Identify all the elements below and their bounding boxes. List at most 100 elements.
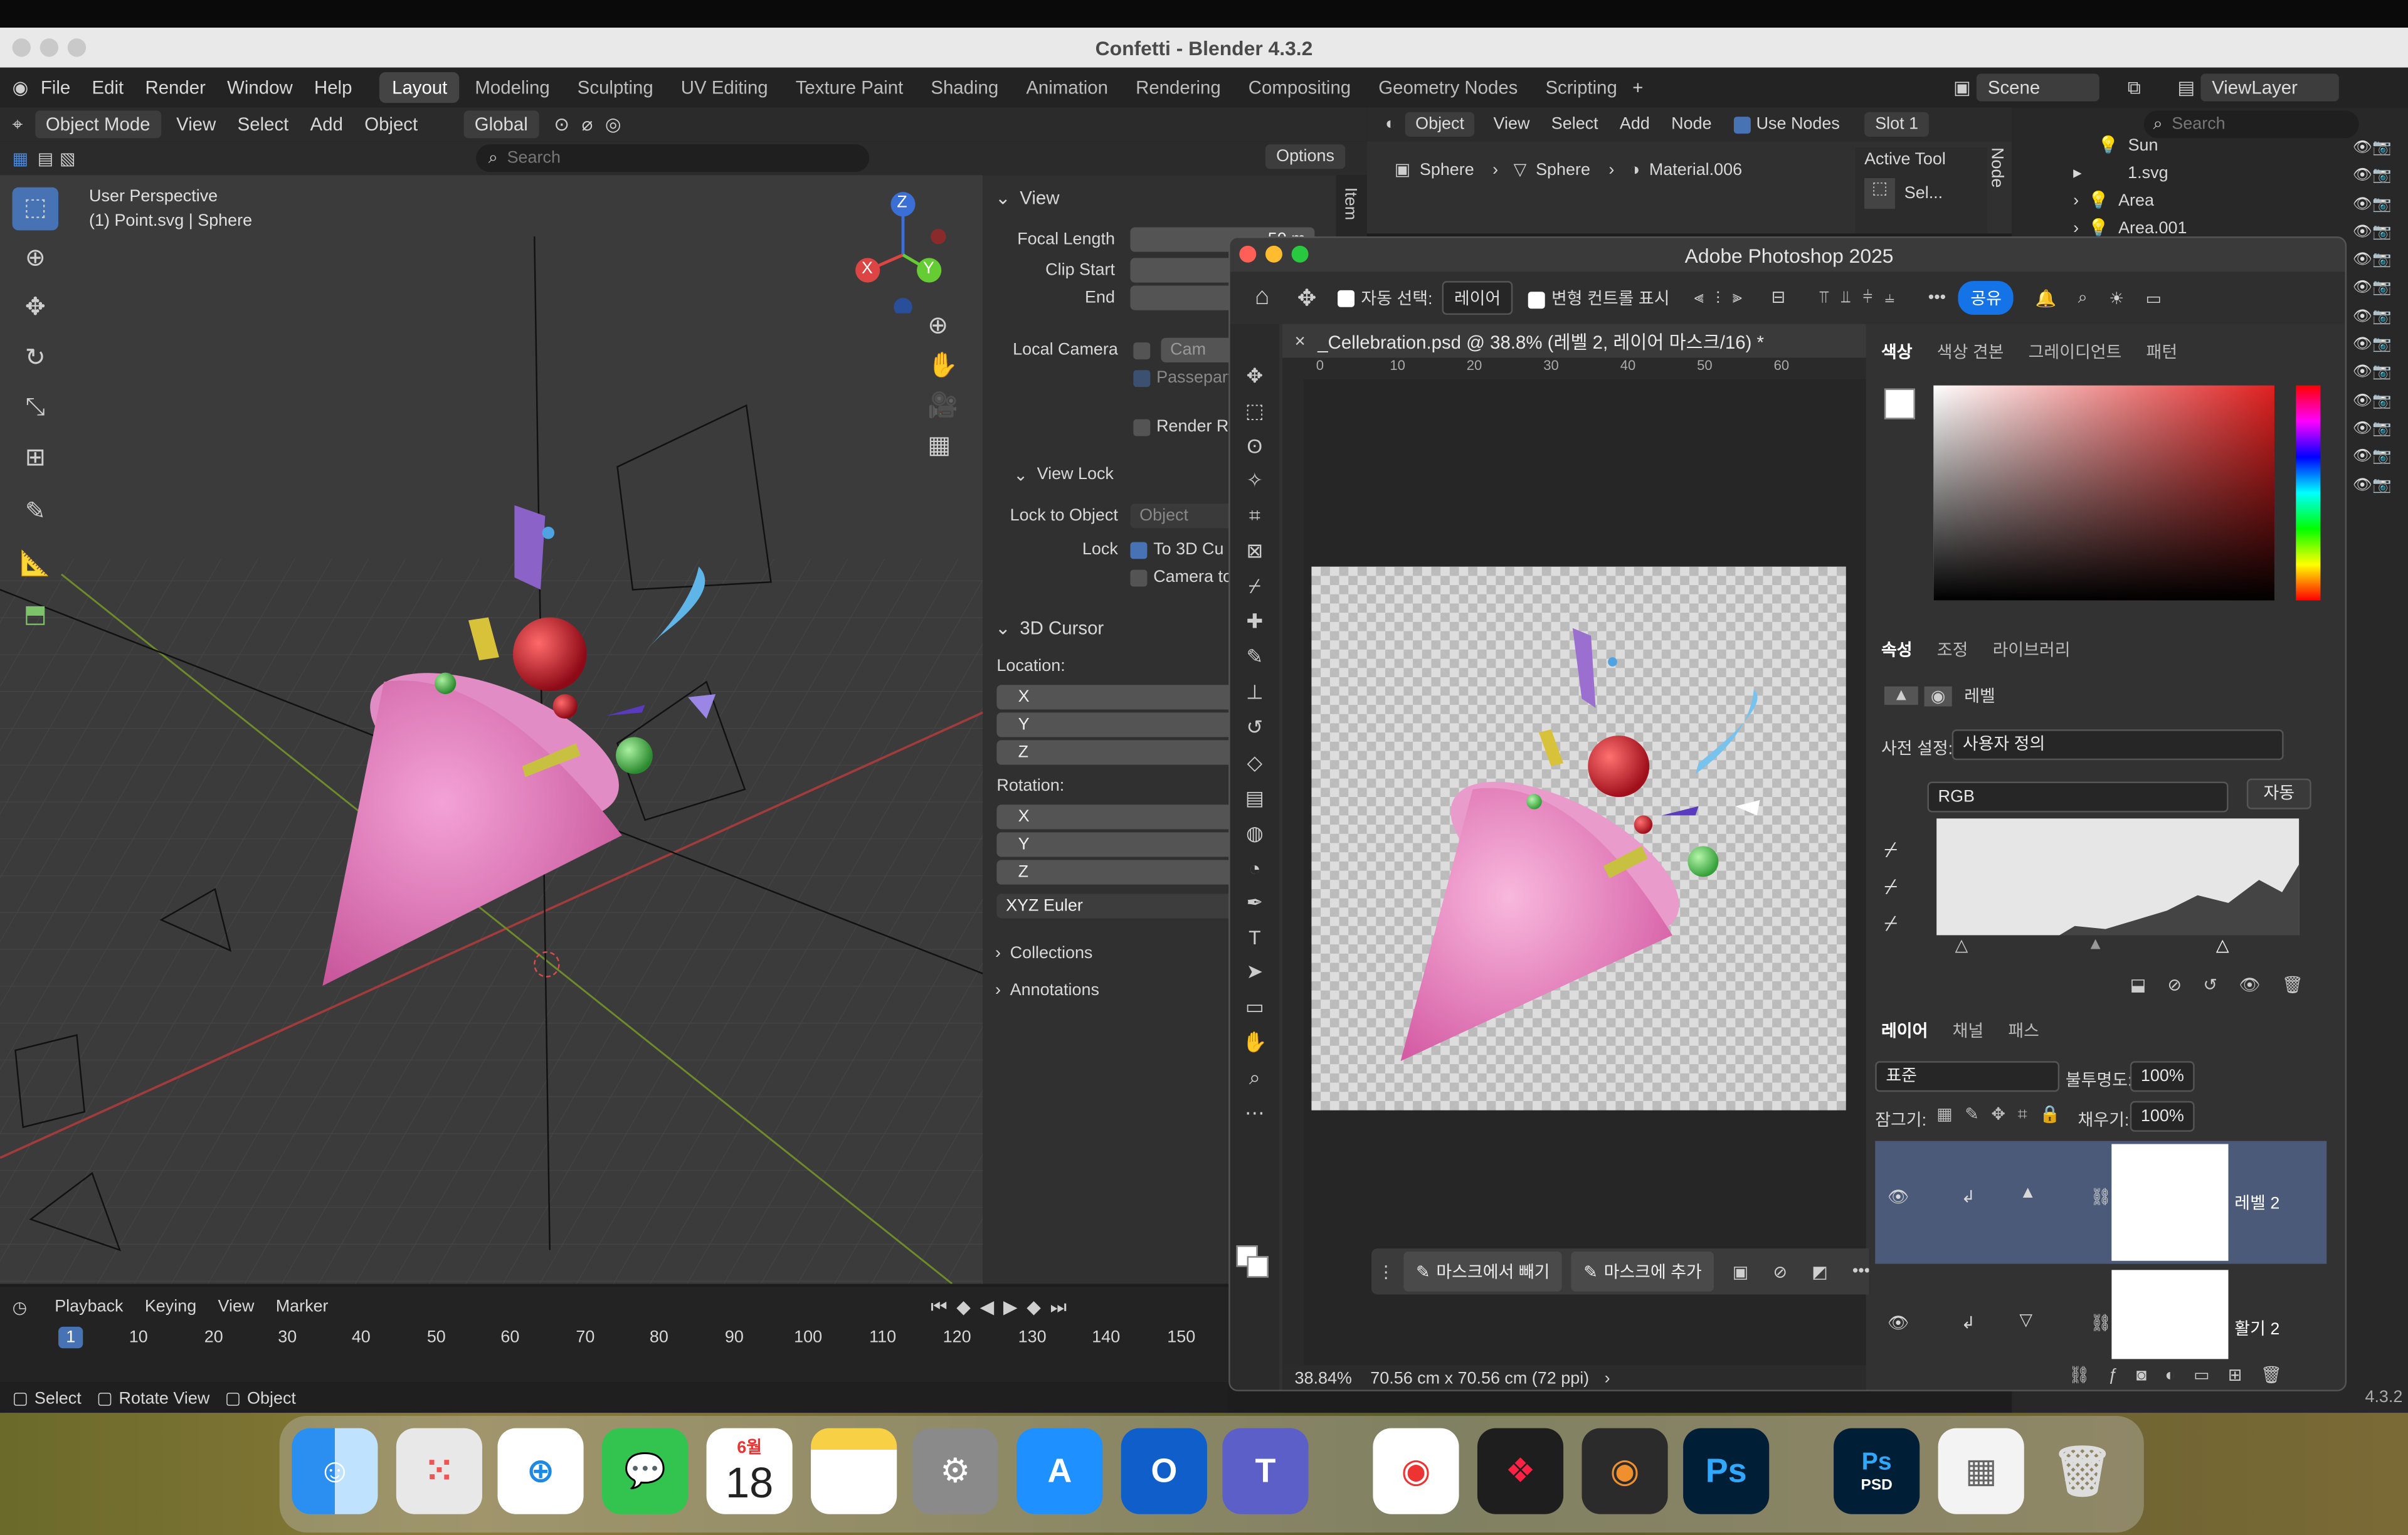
select-tool-icon-node[interactable]: ⬚ [1864, 178, 1896, 209]
camera-view-icon[interactable]: 🎥 [927, 390, 958, 430]
add-cube-tool-icon[interactable]: ⬒ [13, 589, 58, 641]
brush-tool-icon[interactable]: ✎ [1246, 645, 1263, 670]
minimize-window-button[interactable] [40, 38, 59, 57]
tab-layers[interactable]: 레이어 [1881, 1018, 1928, 1043]
layer-name[interactable]: 활기 2 [2234, 1316, 2279, 1341]
pivot-icon[interactable]: ⊙ [554, 113, 569, 135]
document-tab[interactable]: × _Cellebration.psd @ 38.8% (레벨 2, 레이어 마… [1282, 324, 1866, 358]
outliner-search-input[interactable]: Search [2172, 115, 2225, 134]
prev-keyframe-icon[interactable]: ◆ [956, 1296, 971, 1317]
select-subtract-icon[interactable]: ▧ [60, 148, 75, 168]
measure-tool-icon[interactable]: 📐 [13, 541, 58, 589]
local-camera-checkbox[interactable] [1133, 342, 1151, 360]
lock-icons[interactable]: ▦✎✥⌗🔒 [1936, 1104, 2073, 1126]
scene-selector[interactable]: Scene [1977, 73, 2100, 102]
hand-tool-icon[interactable]: ✋ [1242, 1030, 1267, 1055]
midpoint-handle[interactable]: ▲ [2087, 935, 2104, 953]
node-menu-select[interactable]: Select [1551, 115, 1598, 134]
proportional-edit-icon[interactable]: ◎ [605, 113, 621, 135]
healing-tool-icon[interactable]: ✚ [1246, 609, 1263, 634]
blender-app-icon[interactable]: ◉ [1582, 1428, 1668, 1514]
discover-icon[interactable]: ☀ [2109, 288, 2124, 308]
status-arrow-icon[interactable]: › [1605, 1370, 1610, 1388]
preset-dropdown[interactable]: 사용자 정의 [1951, 729, 2284, 761]
shader-editor-icon[interactable]: ◐ [1385, 115, 1395, 134]
screenshot-folder-icon[interactable]: ▦ [1938, 1428, 2024, 1514]
menu-help[interactable]: Help [314, 76, 352, 98]
search-input[interactable]: Search [507, 149, 561, 167]
outliner-item-area[interactable]: › 💡 Area [2073, 191, 2154, 210]
launchpad-icon[interactable]: ⁙ [396, 1428, 482, 1514]
cursor-tool-icon[interactable]: ⊕ [13, 236, 58, 282]
jump-end-icon[interactable]: ⏭ [1050, 1295, 1067, 1319]
history-brush-icon[interactable]: ↺ [1246, 715, 1263, 740]
move-tool-icon[interactable]: ✥ [1246, 364, 1263, 388]
pen-tool-icon[interactable]: ✒ [1246, 890, 1263, 915]
timeline-playback-menu[interactable]: Playback [55, 1297, 123, 1316]
layer-row[interactable]: 👁 ↲ ▲ ⛓ 레벨 2 [1875, 1141, 2327, 1264]
tab-scripting[interactable]: Scripting [1533, 72, 1630, 103]
tab-node[interactable]: Node [1987, 147, 2005, 187]
color-picker-field[interactable] [1933, 385, 2274, 601]
shader-editor-area[interactable]: ▣ Sphere › ▽ Sphere › ◑ Material.006 Act… [1366, 141, 2012, 234]
ctx-more-icon[interactable]: ••• [1852, 1262, 1870, 1280]
home-icon[interactable]: ⌂ [1255, 284, 1270, 312]
channel-dropdown[interactable]: RGB [1927, 781, 2229, 813]
marquee-tool-icon[interactable]: ⬚ [1245, 399, 1264, 424]
link-icon[interactable]: ⛓ [2090, 1187, 2111, 1207]
ortho-grid-icon[interactable]: ▦ [927, 430, 951, 470]
outlook-icon[interactable]: O [1121, 1428, 1207, 1514]
rectangle-tool-icon[interactable]: ▭ [1245, 995, 1264, 1020]
stamp-tool-icon[interactable]: ⊥ [1246, 680, 1264, 705]
navigation-gizmo[interactable]: Z X Y [852, 191, 959, 317]
menu-file[interactable]: File [41, 76, 70, 98]
more-options-icon[interactable]: ••• [1928, 288, 1946, 307]
calendar-icon[interactable]: 6월 18 [706, 1428, 793, 1514]
transform-orientation[interactable]: Global [463, 110, 539, 139]
tab-compositing[interactable]: Compositing [1236, 72, 1363, 103]
tab-sculpting[interactable]: Sculpting [565, 72, 665, 103]
fill-field[interactable]: 100% [2130, 1100, 2195, 1132]
play-reverse-icon[interactable]: ◀ [980, 1296, 995, 1317]
psd-file-icon[interactable]: Ps PSD [1834, 1428, 1920, 1514]
auto-button[interactable]: 자동 [2246, 778, 2311, 810]
use-nodes-toggle[interactable]: Use Nodes [1733, 115, 1840, 134]
mask-options-icon[interactable]: ▣ [1733, 1262, 1748, 1281]
document-canvas[interactable] [1311, 566, 1846, 1110]
eyedroppers[interactable]: ⌿ ⌿ ⌿ [1884, 831, 1915, 954]
zoom-icon[interactable]: ⊕ [927, 310, 948, 351]
camera-to-view-checkbox[interactable]: Camera to [1130, 568, 1232, 587]
more-tools-icon[interactable]: ⋯ [1245, 1101, 1265, 1126]
menu-edit[interactable]: Edit [92, 76, 124, 98]
3d-viewport[interactable]: User Perspective (1) Point.svg | Sphere … [0, 175, 983, 1284]
foreground-color-swatch[interactable] [1884, 388, 1915, 419]
node-menu-add[interactable]: Add [1620, 115, 1650, 134]
menu-object[interactable]: Object [364, 113, 418, 135]
play-icon[interactable]: ▶ [1003, 1296, 1018, 1317]
input-levels-slider[interactable]: △ ▲ △ [1936, 935, 2299, 955]
snap-icon[interactable]: ⌀ [582, 113, 593, 135]
scale-tool-icon[interactable]: ⤡ [13, 384, 58, 433]
dodge-tool-icon[interactable]: ◔ [1249, 857, 1260, 880]
safari-icon[interactable]: ⊕ [497, 1428, 584, 1514]
tab-layout[interactable]: Layout [379, 72, 460, 103]
transform-tool-icon[interactable]: ⊞ [13, 433, 58, 485]
viewlayer-selector[interactable]: ViewLayer [2201, 73, 2340, 102]
ps-minimize-button[interactable] [1265, 245, 1282, 263]
menu-select[interactable]: Select [238, 113, 289, 135]
view-section-header[interactable]: ⌄ View [983, 184, 1366, 212]
tab-geometry-nodes[interactable]: Geometry Nodes [1366, 72, 1530, 103]
timeline-marker-menu[interactable]: Marker [276, 1297, 329, 1316]
share-button[interactable]: 공유 [1958, 281, 2014, 315]
menu-view[interactable]: View [176, 113, 216, 135]
ps-close-button[interactable] [1239, 245, 1257, 263]
mask-invert-icon[interactable]: ◩ [1812, 1262, 1827, 1281]
current-frame-indicator[interactable]: 1 [58, 1326, 83, 1349]
layer-visibility-icon[interactable]: 👁 [1888, 1187, 1909, 1207]
tab-rendering[interactable]: Rendering [1124, 72, 1233, 103]
layer-row[interactable]: 👁 ↲ ▽ ⛓ 활기 2 [1875, 1267, 2326, 1359]
properties-footer-icons[interactable]: ⬓⊘↺👁🗑 [2130, 975, 2325, 995]
outliner-item-area001[interactable]: › 💡 Area.001 [2073, 218, 2187, 238]
system-settings-icon[interactable]: ⚙ [912, 1428, 998, 1514]
drag-handle-icon[interactable]: ⋮ [1378, 1262, 1395, 1281]
